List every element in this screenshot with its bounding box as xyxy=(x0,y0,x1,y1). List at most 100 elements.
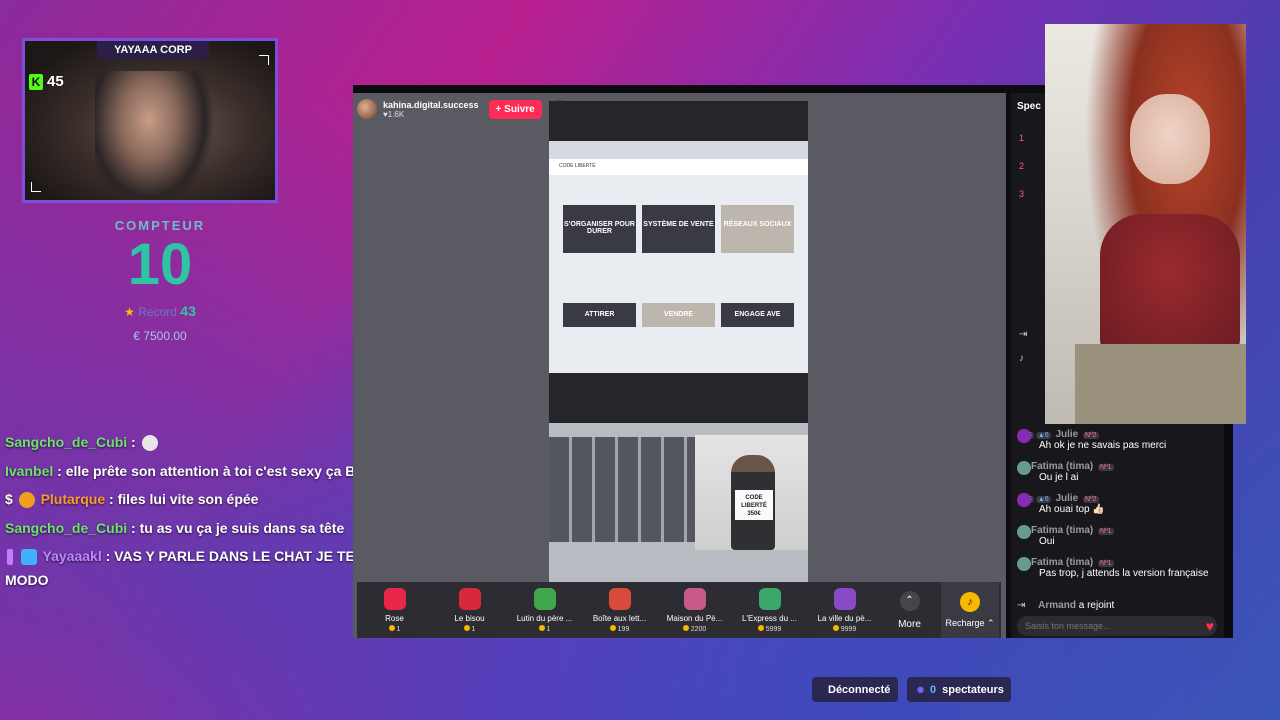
inset-image: CODE LIBERTÉ 350€ xyxy=(695,435,808,550)
gift-ville[interactable]: La ville du pè... 9999 xyxy=(807,587,882,633)
site-card: S'ORGANISER POUR DURER xyxy=(563,205,636,253)
chat-sep: : xyxy=(101,548,115,564)
record-value: 43 xyxy=(180,303,196,319)
join-user[interactable]: Armand xyxy=(1038,600,1076,611)
site-header: CODE LIBERTÉ xyxy=(549,159,808,175)
gift-lutin[interactable]: Lutin du père ... 1 xyxy=(507,587,582,633)
elf-icon xyxy=(533,587,556,610)
gift-name: Boîte aux lett... xyxy=(592,613,647,623)
gift-maison[interactable]: Maison du Pè... 2200 xyxy=(657,587,732,633)
site-card: ATTIRER xyxy=(563,303,636,327)
rank-1: 1 xyxy=(1019,133,1025,143)
gift-bisou[interactable]: Le bisou 1 xyxy=(432,587,507,633)
more-label: More xyxy=(898,618,921,630)
gift-price: 5999 xyxy=(732,624,807,633)
chat-user[interactable]: Julie xyxy=(1055,493,1078,504)
chat-text: elle prête son attention à toi c'est sex… xyxy=(65,462,367,479)
more-gifts-button[interactable]: ⌃ More xyxy=(882,590,937,630)
chat-user[interactable]: Fatima (tima) xyxy=(1031,525,1093,536)
laptop-screen: CODE LIBERTÉ S'ORGANISER POUR DURER SYST… xyxy=(549,141,808,373)
site-card: VENDRE xyxy=(642,303,715,327)
chat-input[interactable] xyxy=(1017,616,1217,636)
enter-icon: ⇥ xyxy=(1017,600,1026,611)
gift-name: L'Express du ... xyxy=(742,613,797,623)
heart-icon[interactable]: ♥ xyxy=(1206,618,1214,634)
rank-3: 3 xyxy=(1019,189,1025,199)
rank-badge: Nº1 xyxy=(1098,560,1114,567)
viewers-label: spectateurs xyxy=(942,683,1004,696)
kick-logo-icon: K xyxy=(29,73,43,90)
chat-user[interactable]: Fatima (tima) xyxy=(1031,557,1093,568)
user-avatar xyxy=(1017,461,1031,475)
stream-chat-overlay: Sangcho_de_Cubi : Ivanbel : elle prête s… xyxy=(5,428,405,592)
level-badge: ▲6 xyxy=(1035,496,1051,503)
chat-message: ▲6▲6 Julie Nº2 Ah ouai top 👍🏻 xyxy=(1017,493,1217,516)
site-cards: S'ORGANISER POUR DURER SYSTÈME DE VENTE … xyxy=(549,175,808,253)
counter-record: ★ Record 43 xyxy=(70,303,250,319)
gift-express[interactable]: L'Express du ... 5999 xyxy=(732,587,807,633)
mailbox-icon xyxy=(608,587,631,610)
eye-icon: ◉ xyxy=(917,685,924,694)
chat-text: Pas trop, j attends la version française xyxy=(1039,568,1209,579)
recharge-button[interactable]: ♪ Recharge ⌃ xyxy=(941,582,999,638)
counter-value: 10 xyxy=(127,232,193,297)
creator-header: kahina.digital.success ♥1.6K + Suivre ➦ xyxy=(357,99,568,119)
inset-sign: CODE LIBERTÉ 350€ xyxy=(735,490,773,520)
gift-price: 2200 xyxy=(657,624,732,633)
lips-icon xyxy=(458,587,481,610)
emote-icon xyxy=(141,435,158,452)
chat-user: Yayaaakl xyxy=(42,548,102,564)
chat-message: Sangcho_de_Cubi : tu as vu ça je suis da… xyxy=(5,514,405,543)
chat-user: Ivanbel xyxy=(5,462,54,479)
house-icon xyxy=(683,587,706,610)
chat-message: Ivanbel : elle prête son attention à toi… xyxy=(5,457,405,486)
kick-count: 45 xyxy=(47,73,64,90)
chevron-up-icon: ⌃ xyxy=(899,590,920,611)
gift-boite[interactable]: Boîte aux lett... 199 xyxy=(582,587,657,633)
chat-sep: : xyxy=(127,519,140,536)
train-icon xyxy=(758,587,781,610)
chat-user[interactable]: Julie xyxy=(1055,429,1078,440)
chat-text: files lui vite son épée xyxy=(117,491,259,507)
chat-user[interactable]: Fatima (tima) xyxy=(1031,461,1093,472)
star-icon: ★ xyxy=(124,305,135,319)
live-video[interactable]: CODE LIBERTÉ S'ORGANISER POUR DURER SYST… xyxy=(549,101,808,582)
gift-price: 199 xyxy=(582,624,657,633)
badge-icon xyxy=(18,492,35,509)
counter-label: COMPTEUR xyxy=(114,218,206,233)
follow-button[interactable]: + Suivre xyxy=(488,99,542,119)
frame-corner-bl xyxy=(31,182,41,192)
site-card: SYSTÈME DE VENTE xyxy=(642,205,715,253)
gift-name: Lutin du père ... xyxy=(516,613,573,623)
chat-sep: : xyxy=(105,491,118,507)
badge-icon xyxy=(7,549,13,566)
creator-info: kahina.digital.success ♥1.6K xyxy=(383,100,479,119)
chat-message: Fatima (tima) Nº1 Pas trop, j attends la… xyxy=(1017,557,1217,580)
chat-message: Sangcho_de_Cubi : xyxy=(5,428,405,457)
rank-badge: Nº2 xyxy=(1083,496,1099,503)
streamer-webcam: YAYAAA CORP K 45 xyxy=(22,38,278,203)
guest-top xyxy=(1100,214,1240,354)
creator-username[interactable]: kahina.digital.success xyxy=(383,100,479,110)
kick-follower-badge: K 45 xyxy=(29,73,64,90)
laptop-keyboard xyxy=(549,437,699,542)
viewer-count: ◉ 0 spectateurs xyxy=(907,677,1011,702)
chat-text: tu as vu ça je suis dans sa tête xyxy=(139,519,345,536)
gift-price: 1 xyxy=(357,624,432,633)
creator-avatar[interactable] xyxy=(357,99,377,119)
gift-price: 1 xyxy=(432,624,507,633)
site-card: ENGAGE AVE xyxy=(721,303,794,327)
chat-message: Fatima (tima) Nº1 Ou je l ai xyxy=(1017,461,1217,484)
gift-name: Rose xyxy=(385,613,404,623)
video-panel: kahina.digital.success ♥1.6K + Suivre ➦ … xyxy=(353,93,1006,638)
chat-sep: : xyxy=(127,434,136,450)
join-message: ⇥ Armand a rejoint xyxy=(1017,600,1217,611)
chat-user: Sangcho_de_Cubi xyxy=(5,519,128,536)
user-avatar xyxy=(1017,557,1031,571)
gift-rose[interactable]: Rose 1 xyxy=(357,587,432,633)
dollar-badge-icon: $ xyxy=(5,491,13,507)
counter-widget: COMPTEUR 10 ★ Record 43 € 7500.00 xyxy=(70,218,250,343)
record-label: Record xyxy=(138,305,177,319)
guest-face xyxy=(1130,94,1210,184)
guest-webcam xyxy=(1045,24,1246,424)
